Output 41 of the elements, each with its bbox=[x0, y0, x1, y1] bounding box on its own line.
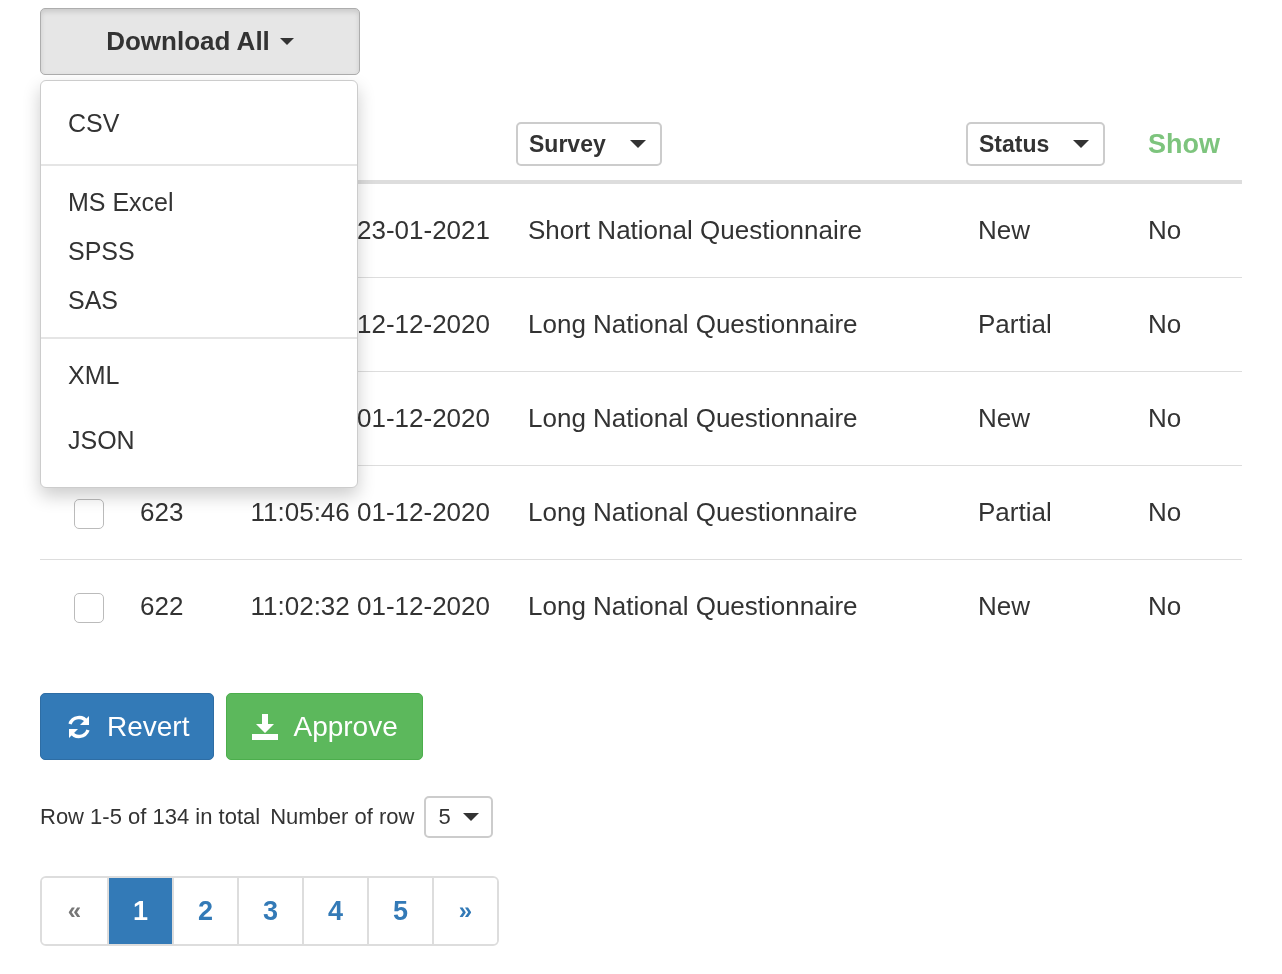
table-cell: 622 bbox=[140, 591, 184, 621]
filter-dropdown[interactable]: Survey bbox=[516, 122, 662, 166]
table-cell: Partial bbox=[978, 497, 1052, 527]
table-cell: New bbox=[978, 215, 1030, 245]
table-cell: Partial bbox=[978, 309, 1052, 339]
menu-item[interactable]: SPSS bbox=[41, 227, 357, 276]
table-cell: 11:05:46 01-12-2020 bbox=[250, 497, 490, 527]
rows-per-page-dropdown[interactable]: 5 bbox=[424, 796, 493, 838]
row-checkbox[interactable] bbox=[74, 592, 104, 623]
rows-per-page-label: Number of row bbox=[270, 804, 415, 830]
table-cell: No bbox=[1148, 591, 1182, 621]
table-cell: New bbox=[978, 591, 1030, 621]
column-header: Show bbox=[1148, 128, 1220, 159]
table-cell: No bbox=[1148, 215, 1182, 245]
row-count-text: Row 1-5 of 134 in total bbox=[40, 804, 261, 830]
table-cell: New bbox=[978, 403, 1030, 433]
filter-dropdown[interactable]: Status bbox=[966, 122, 1106, 166]
table-cell: Long National Questionnaire bbox=[528, 591, 858, 621]
page-link[interactable]: 1 bbox=[107, 878, 172, 944]
menu-item[interactable]: XML bbox=[41, 351, 357, 400]
menu-item[interactable]: SAS bbox=[41, 276, 357, 325]
menu-item[interactable]: JSON bbox=[41, 416, 357, 465]
menu-item[interactable]: CSV bbox=[41, 99, 357, 148]
page-link[interactable]: » bbox=[432, 878, 497, 944]
table-cell: 23-01-2021 bbox=[357, 215, 490, 245]
table-cell: Long National Questionnaire bbox=[528, 403, 858, 433]
menu-item[interactable]: MS Excel bbox=[41, 178, 357, 227]
table-cell: 11:02:32 01-12-2020 bbox=[250, 591, 490, 621]
row-checkbox[interactable] bbox=[74, 498, 104, 529]
table-cell: 12-12-2020 bbox=[357, 309, 490, 339]
table-cell: Long National Questionnaire bbox=[528, 497, 858, 527]
table-cell: No bbox=[1148, 497, 1182, 527]
table-cell: 623 bbox=[140, 497, 184, 527]
table-cell: No bbox=[1148, 309, 1182, 339]
table-cell: No bbox=[1148, 403, 1182, 433]
table-cell: 01-12-2020 bbox=[357, 403, 490, 433]
table-cell: Long National Questionnaire bbox=[528, 309, 858, 339]
revert-button[interactable]: Revert bbox=[40, 693, 215, 760]
download-icon bbox=[251, 712, 280, 741]
download-button[interactable]: Download All bbox=[40, 8, 360, 75]
table-cell: Short National Questionnaire bbox=[528, 215, 862, 245]
